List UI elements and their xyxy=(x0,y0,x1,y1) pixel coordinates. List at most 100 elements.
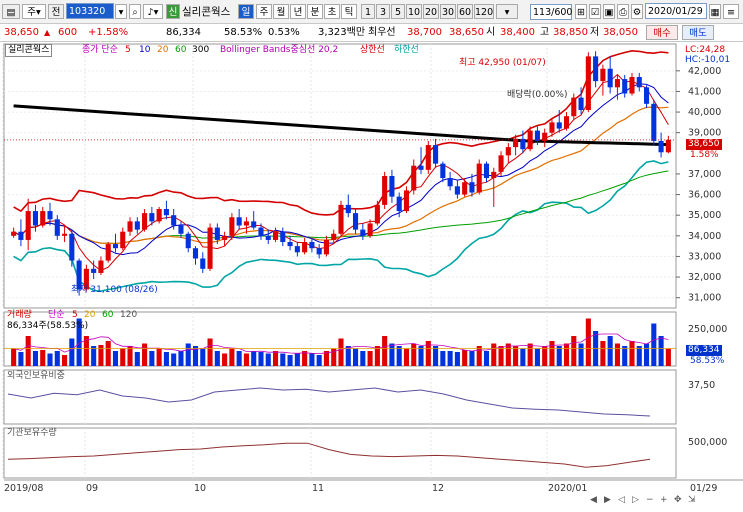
volume-bar xyxy=(498,346,504,366)
grid-icon[interactable]: ⊞ xyxy=(575,4,587,19)
volume-bar xyxy=(469,351,475,366)
period-year[interactable]: 년 xyxy=(290,4,306,19)
prev-button[interactable]: 전 xyxy=(48,4,64,19)
high-label: 고 xyxy=(540,27,550,38)
candle-body xyxy=(345,204,351,214)
volume-bar xyxy=(367,351,373,366)
candle-body xyxy=(323,239,329,255)
candle-body xyxy=(614,79,620,88)
calendar-icon[interactable]: ▦ xyxy=(709,4,721,19)
price-change: 600 xyxy=(58,27,78,38)
interval-dropdown-icon[interactable]: ▾ xyxy=(496,4,518,19)
save-icon[interactable]: ▣ xyxy=(603,4,615,19)
min-marker: 최저 31,100 (08/26) xyxy=(71,285,158,295)
sell-button[interactable]: 매도 xyxy=(682,25,714,40)
more-icon[interactable]: ≡ xyxy=(723,4,739,19)
scroll-control-icon[interactable]: − xyxy=(646,495,654,505)
scroll-control-icon[interactable]: ▷ xyxy=(632,495,639,505)
search-icon[interactable]: ⌕ xyxy=(129,4,141,19)
count-input[interactable]: 113/600 xyxy=(530,4,572,20)
volume-bar xyxy=(527,343,533,366)
volume-last-tag: 86,334 xyxy=(686,345,722,356)
interval-20[interactable]: 20 xyxy=(423,4,439,19)
interval-5[interactable]: 5 xyxy=(391,4,405,19)
volume-bar xyxy=(513,346,519,366)
ma-label: 종가 단순 xyxy=(82,45,118,55)
interval-1[interactable]: 1 xyxy=(361,4,375,19)
scroll-control-icon[interactable]: ◀ xyxy=(590,495,597,505)
volume-bar xyxy=(287,355,293,366)
candle-body xyxy=(520,138,526,150)
interval-60[interactable]: 60 xyxy=(457,4,473,19)
scroll-control-icon[interactable]: ⇲ xyxy=(688,495,696,505)
period-second[interactable]: 초 xyxy=(324,4,340,19)
candle-body xyxy=(360,229,366,236)
volume-bar xyxy=(549,341,555,366)
interval-120[interactable]: 120 xyxy=(474,4,494,19)
scroll-control-icon[interactable]: ✥ xyxy=(674,495,682,505)
candle-body xyxy=(353,213,359,230)
volume-bar xyxy=(607,336,613,366)
candle-body xyxy=(251,221,257,228)
time-tick-label: 09 xyxy=(86,483,98,494)
stock-chart[interactable]: 42,000 41,000 40,000 39,000 37,000 36,000 35,0… xyxy=(0,42,743,512)
checkbox-icon[interactable]: ☑ xyxy=(589,4,601,19)
time-tick-label: 11 xyxy=(312,483,324,494)
candle-body xyxy=(222,235,228,240)
stock-code-input[interactable]: 103320 xyxy=(66,3,114,19)
candle-body xyxy=(403,190,410,212)
bollinger-lower: 하한선 xyxy=(394,45,419,55)
scroll-control-icon[interactable]: + xyxy=(660,495,668,505)
candle-body xyxy=(389,176,395,197)
candle-body xyxy=(367,223,373,236)
candle-body xyxy=(32,211,39,226)
candle-body xyxy=(309,242,315,249)
interval-30[interactable]: 30 xyxy=(440,4,456,19)
volume-bar xyxy=(389,343,395,366)
volume-bar xyxy=(505,343,511,366)
volume-bar xyxy=(200,348,206,366)
interval-10[interactable]: 10 xyxy=(406,4,422,19)
period-minute[interactable]: 분 xyxy=(307,4,323,19)
buy-button[interactable]: 매수 xyxy=(646,25,678,40)
volume-ma-20: 20 xyxy=(84,310,96,320)
speaker-icon[interactable]: ♪▾ xyxy=(143,4,163,19)
market-select[interactable]: 주▾ xyxy=(22,4,46,19)
volume-ma-120: 120 xyxy=(120,310,138,320)
candle-body xyxy=(192,248,199,259)
candle-body xyxy=(534,130,540,141)
period-tick[interactable]: 틱 xyxy=(341,4,357,19)
scroll-control-icon[interactable]: ◁ xyxy=(618,495,625,505)
volume-bar xyxy=(149,351,155,366)
print-icon[interactable]: ⎙ xyxy=(617,4,629,19)
period-day[interactable]: 일 xyxy=(238,4,254,19)
scroll-control-icon[interactable]: ▶ xyxy=(604,495,611,505)
volume-bar xyxy=(578,343,584,366)
candle-body xyxy=(505,147,511,156)
period-month[interactable]: 월 xyxy=(273,4,289,19)
price-tick-label: 42,000 xyxy=(688,66,721,77)
candle-body xyxy=(316,248,322,255)
menu-icon[interactable]: ▤ xyxy=(2,4,20,19)
candle-body xyxy=(98,260,104,273)
date-input[interactable]: 2020/01/29 xyxy=(645,3,707,19)
candle-body xyxy=(142,213,148,230)
volume-bar xyxy=(18,352,24,366)
volume-bar xyxy=(396,346,402,366)
volume-bar xyxy=(374,346,380,366)
gear-icon[interactable]: ⚙ xyxy=(631,4,643,19)
period-week[interactable]: 주 xyxy=(256,4,272,19)
candle-body xyxy=(585,56,591,110)
volume-bar xyxy=(600,341,606,366)
candle-body xyxy=(651,103,657,141)
candle-body xyxy=(549,122,555,133)
volume-bar xyxy=(534,348,540,366)
volume-bar xyxy=(491,343,497,366)
code-dropdown-icon[interactable]: ▾ xyxy=(115,4,127,19)
ma-20: 20 xyxy=(157,45,169,55)
candle-body xyxy=(18,231,24,240)
interval-3[interactable]: 3 xyxy=(376,4,390,19)
time-tick-label: 12 xyxy=(432,483,444,494)
candle-body xyxy=(571,97,577,117)
volume-bar xyxy=(585,318,591,366)
